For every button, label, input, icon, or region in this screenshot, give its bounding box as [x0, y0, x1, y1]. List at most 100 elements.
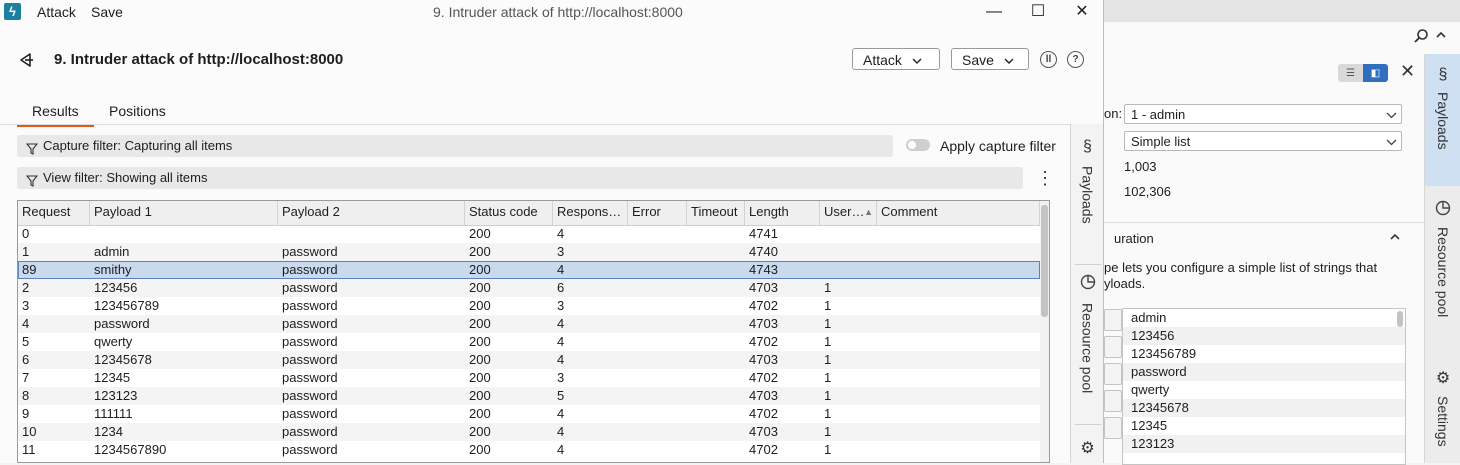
table-cell: 200 [469, 334, 491, 349]
load-button[interactable] [1104, 336, 1122, 358]
table-cell: password [282, 280, 338, 295]
table-cell: 3 [22, 298, 30, 313]
table-cell [628, 351, 687, 369]
rail-item-settings[interactable]: ⚙ Settings [1425, 368, 1460, 463]
column-header[interactable]: Length [745, 201, 820, 225]
table-cell [820, 261, 877, 279]
help-icon[interactable]: ? [1067, 51, 1084, 68]
table-row[interactable]: 11 1234567890 password 200 4 4702 1 [18, 441, 1040, 459]
rail-item-payloads[interactable]: § Payloads [1071, 132, 1103, 262]
scrollbar-thumb[interactable] [1041, 205, 1048, 317]
table-row[interactable]: 5 qwerty password 200 4 4702 1 [18, 333, 1040, 351]
table-row[interactable]: 3 123456789 password 200 3 4702 1 [18, 297, 1040, 315]
table-cell: 4702 [749, 334, 778, 349]
request-count: 102,306 [1124, 184, 1171, 199]
payloads-panel: ☰ ◧ ✕ on: 1 - admin Simple list 1,003 10… [1104, 54, 1424, 465]
list-layout-icon[interactable]: ☰ [1338, 64, 1363, 82]
rail-item-resource-pool[interactable]: Resource pool [1071, 274, 1103, 414]
column-header[interactable]: Request [18, 201, 90, 225]
close-button[interactable]: ✕ [1070, 2, 1094, 22]
menu-save[interactable]: Save [91, 4, 123, 20]
window-title: 9. Intruder attack of http://localhost:8… [433, 4, 683, 20]
table-row[interactable]: 7 12345 password 200 3 4702 1 [18, 369, 1040, 387]
view-filter-label: View filter: Showing all items [43, 170, 208, 185]
layout-toggle[interactable]: ☰ ◧ [1338, 64, 1388, 82]
list-item[interactable]: 123456 [1123, 327, 1405, 345]
table-cell [877, 387, 1040, 405]
split-layout-icon[interactable]: ◧ [1363, 64, 1388, 82]
column-header[interactable]: Status code [465, 201, 553, 225]
attack-header: 9. Intruder attack of http://localhost:8… [0, 40, 1103, 80]
payload-configuration-section[interactable]: uration [1104, 222, 1424, 253]
table-cell: qwerty [94, 334, 133, 349]
paste-button[interactable] [1104, 309, 1122, 331]
remove-button[interactable] [1104, 363, 1122, 385]
search-icon[interactable] [1412, 28, 1430, 46]
column-header[interactable]: Payload 1 [90, 201, 278, 225]
more-options-icon[interactable]: ⋮ [1036, 168, 1054, 188]
table-row[interactable]: 0 200 4 4741 [18, 225, 1040, 243]
capture-filter-bar[interactable]: Capture filter: Capturing all items [17, 135, 893, 157]
list-item[interactable]: 123123 [1123, 435, 1405, 453]
table-row[interactable]: 9 111111 password 200 4 4702 1 [18, 405, 1040, 423]
table-cell [628, 369, 687, 387]
chevron-up-icon[interactable] [1432, 28, 1450, 46]
view-filter-bar[interactable]: View filter: Showing all items [17, 167, 1023, 189]
chevron-up-icon[interactable] [1388, 230, 1402, 247]
column-header[interactable]: Timeout [687, 201, 745, 225]
rail-item-resource-pool[interactable]: Resource pool [1425, 198, 1460, 338]
list-item[interactable]: password [1123, 363, 1405, 381]
clear-button[interactable] [1104, 390, 1122, 412]
minimize-button[interactable]: — [982, 2, 1006, 22]
save-button[interactable]: Save [951, 48, 1029, 70]
list-item[interactable]: qwerty [1123, 381, 1405, 399]
back-icon[interactable] [16, 50, 36, 70]
payload-position-select[interactable]: 1 - admin [1124, 104, 1402, 124]
results-table[interactable]: Request Payload 1 Payload 2 Status code Resp… [17, 200, 1050, 463]
payload-type-select[interactable]: Simple list [1124, 131, 1402, 151]
table-cell: 4 [557, 424, 565, 439]
column-header[interactable]: Respons… [553, 201, 628, 225]
table-cell: 7 [22, 370, 30, 385]
rail-item-payloads[interactable]: § Payloads [1425, 54, 1460, 186]
table-scrollbar[interactable] [1040, 201, 1049, 462]
close-panel-icon[interactable]: ✕ [1400, 62, 1415, 80]
table-row[interactable]: 10 1234 password 200 4 4703 1 [18, 423, 1040, 441]
column-header[interactable]: Payload 2 [278, 201, 465, 225]
table-row[interactable]: 2 123456 password 200 6 4703 1 [18, 279, 1040, 297]
table-row[interactable]: 4 password password 200 4 4703 1 [18, 315, 1040, 333]
list-scrollbar[interactable] [1397, 311, 1403, 327]
table-row[interactable]: 8 123123 password 200 5 4703 1 [18, 387, 1040, 405]
payload-list[interactable]: admin 123456 123456789 password qwerty 1… [1122, 308, 1406, 465]
tab-positions[interactable]: Positions [109, 103, 166, 125]
table-cell [628, 423, 687, 441]
tab-results[interactable]: Results [17, 103, 94, 127]
maximize-button[interactable]: ☐ [1026, 2, 1050, 22]
table-cell: password [282, 370, 338, 385]
payload-count: 1,003 [1124, 159, 1157, 174]
column-header[interactable]: Error [628, 201, 687, 225]
menu-attack[interactable]: Attack [37, 4, 76, 20]
attack-button[interactable]: Attack [852, 48, 940, 70]
table-cell: 2 [22, 280, 30, 295]
payload-type-value: Simple list [1131, 134, 1191, 149]
list-item[interactable]: 12345 [1123, 417, 1405, 435]
column-header[interactable]: User… ▲ [820, 201, 877, 225]
deduplicate-button[interactable] [1104, 417, 1122, 439]
rail-item-settings[interactable]: ⚙ [1071, 438, 1103, 462]
table-cell: password [282, 424, 338, 439]
apply-capture-filter-toggle[interactable] [906, 139, 930, 151]
table-row[interactable]: 1 admin password 200 3 4740 [18, 243, 1040, 261]
table-row[interactable]: 89 smithy password 200 4 4743 [18, 261, 1040, 279]
table-cell [687, 387, 745, 405]
table-cell [278, 225, 465, 243]
list-item[interactable]: admin [1123, 309, 1405, 327]
list-item[interactable]: 123456789 [1123, 345, 1405, 363]
table-cell: password [282, 262, 338, 277]
attack-tabs: Results Positions [0, 96, 1103, 127]
column-header[interactable]: Comment [877, 201, 1040, 225]
table-cell [877, 297, 1040, 315]
table-row[interactable]: 6 12345678 password 200 4 4703 1 [18, 351, 1040, 369]
pause-icon[interactable]: ll [1040, 51, 1057, 68]
list-item[interactable]: 12345678 [1123, 399, 1405, 417]
